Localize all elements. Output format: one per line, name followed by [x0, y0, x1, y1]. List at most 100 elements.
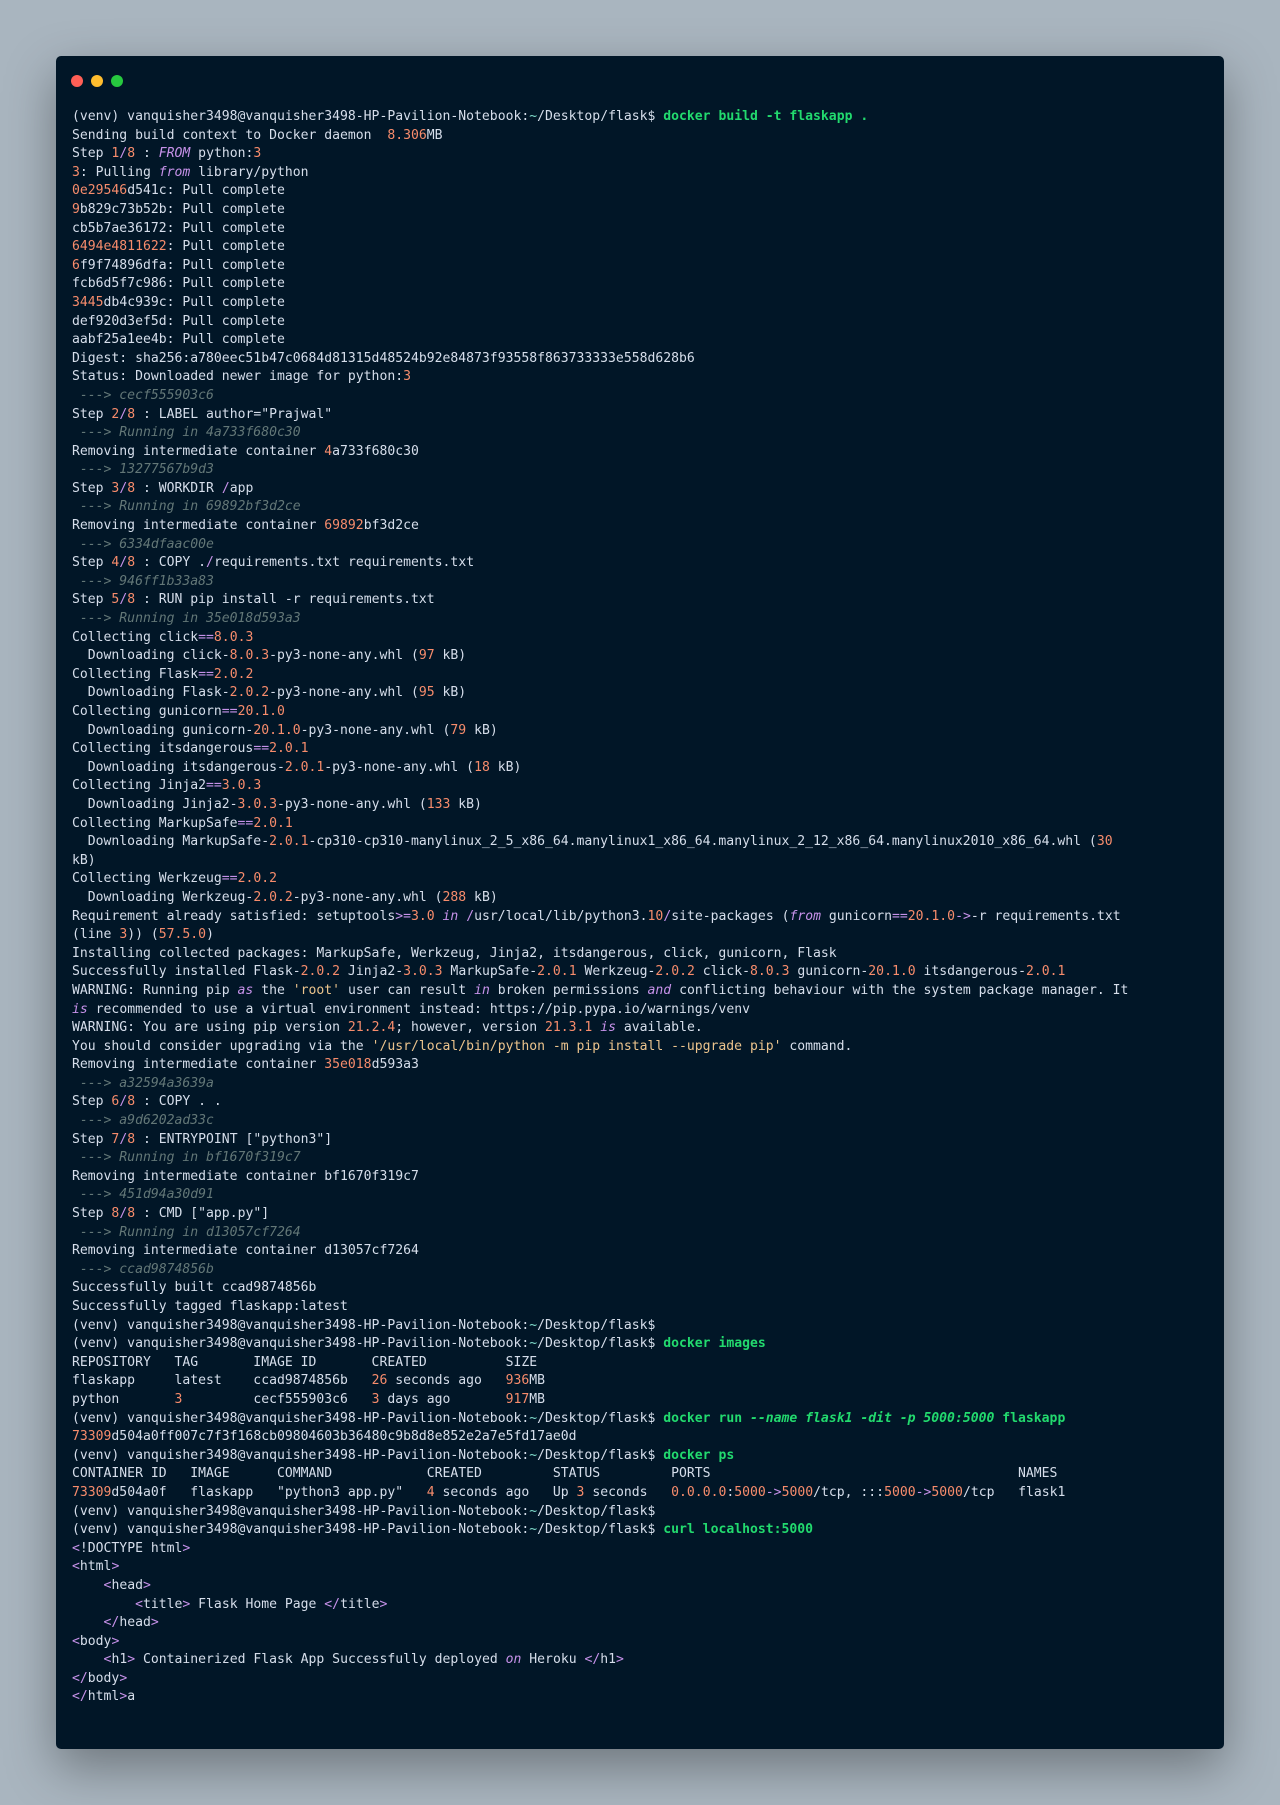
- terminal-line: <title> Flask Home Page </title>: [72, 1596, 1212, 1615]
- terminal-text: 2.0.1: [284, 759, 325, 775]
- terminal-text: (venv) vanquisher3498@vanquisher3498-HP-…: [72, 1410, 530, 1426]
- terminal-text: Step: [72, 555, 112, 571]
- terminal-text: 35e018: [324, 1057, 372, 1073]
- terminal-text: </: [324, 1596, 341, 1612]
- terminal-text: Digest: sha256:a780eec51b47c0684d81315d4…: [72, 350, 695, 366]
- terminal-text: Collecting Flask: [72, 666, 199, 682]
- terminal-text: ---> 6334dfaac00e: [72, 536, 214, 552]
- terminal-text: 4: [426, 1484, 435, 1500]
- terminal-text: 8: [127, 480, 136, 496]
- terminal-text: kB): [489, 759, 522, 775]
- terminal-line: (venv) vanquisher3498@vanquisher3498-HP-…: [72, 108, 1212, 127]
- terminal-text: (venv) vanquisher3498@vanquisher3498-HP-…: [72, 109, 530, 124]
- terminal-text: <: [72, 1559, 80, 1575]
- terminal-line: (venv) vanquisher3498@vanquisher3498-HP-…: [72, 1503, 1212, 1522]
- terminal-text: >: [127, 1652, 136, 1668]
- terminal-line: Step 1/8 : FROM python:3: [72, 145, 1212, 164]
- terminal-text: 10: [647, 908, 664, 924]
- terminal-text: 'root': [292, 982, 341, 998]
- terminal-text: 0.0.0.0: [671, 1484, 727, 1500]
- terminal-text: 2.0.1: [253, 815, 293, 831]
- terminal-text: h1: [111, 1652, 128, 1668]
- terminal-line: <!DOCTYPE html>: [72, 1540, 1212, 1559]
- terminal-line: Digest: sha256:a780eec51b47c0684d81315d4…: [72, 350, 1212, 369]
- terminal-text: >: [616, 1652, 624, 1668]
- terminal-text: /Desktop/flask$: [537, 109, 664, 124]
- terminal-text: as: [237, 982, 254, 998]
- terminal-line: ---> 451d94a30d91: [72, 1186, 1212, 1205]
- terminal-text: 9: [72, 201, 80, 217]
- terminal-text: 3445: [72, 294, 104, 310]
- terminal-line: Downloading Jinja2-3.0.3-py3-none-any.wh…: [72, 796, 1212, 815]
- terminal-text: bf3d2ce: [363, 518, 419, 534]
- terminal-text: : COPY . .: [135, 1094, 222, 1110]
- terminal-text: Step: [72, 480, 112, 496]
- terminal-text: 2.0.1: [1025, 964, 1066, 980]
- terminal-line: (venv) vanquisher3498@vanquisher3498-HP-…: [72, 1521, 1212, 1540]
- terminal-text: MB: [529, 1391, 546, 1407]
- terminal-text: d593a3: [371, 1057, 419, 1073]
- terminal-text: body: [79, 1633, 112, 1649]
- terminal-text: Sending build context to Docker daemon: [72, 127, 388, 143]
- terminal-text: WARNING: You are using pip version: [72, 1020, 348, 1036]
- terminal-text: </: [103, 1615, 120, 1631]
- terminal-text: ---> 451d94a30d91: [72, 1187, 214, 1203]
- terminal-text: /Desktop/flask$: [537, 1447, 664, 1463]
- terminal-text: Downloading itsdangerous-: [72, 759, 285, 775]
- terminal-text: ---> 13277567b9d3: [72, 462, 214, 478]
- terminal-text: ---> Running in 35e018d593a3: [72, 611, 301, 627]
- terminal-text: ---> Running in 69892bf3d2ce: [72, 499, 301, 515]
- terminal-output[interactable]: (venv) vanquisher3498@vanquisher3498-HP-…: [72, 108, 1212, 1707]
- terminal-line: cb5b7ae36172: Pull complete: [72, 220, 1212, 239]
- terminal-text: site-packages (: [671, 908, 790, 924]
- terminal-text: (venv) vanquisher3498@vanquisher3498-HP-…: [72, 1447, 530, 1463]
- terminal-text: ~: [529, 109, 538, 124]
- terminal-text: : COPY .: [135, 555, 207, 571]
- terminal-text: kB): [466, 889, 498, 905]
- terminal-text: 8: [127, 1131, 136, 1147]
- terminal-text: : Pull complete: [166, 239, 285, 255]
- terminal-line: 73309d504a0f flaskapp "python3 app.py" 4…: [72, 1484, 1212, 1503]
- terminal-text: 6494e4811622: [72, 239, 167, 255]
- terminal-text: 73309: [72, 1484, 112, 1500]
- close-button[interactable]: [71, 75, 83, 87]
- minimize-button[interactable]: [91, 75, 103, 87]
- terminal-text: !DOCTYPE html: [79, 1540, 183, 1556]
- terminal-text: flaskapp latest ccad9874856b: [72, 1373, 372, 1389]
- terminal-line: CONTAINER ID IMAGE COMMAND CREATED STATU…: [72, 1465, 1212, 1484]
- terminal-text: 2.0.2: [229, 685, 270, 701]
- terminal-line: Step 5/8 : RUN pip install -r requiremen…: [72, 591, 1212, 610]
- terminal-text: WARNING: Running pip: [72, 982, 238, 998]
- terminal-text: available.: [616, 1020, 703, 1036]
- terminal-text: 69892: [324, 518, 364, 534]
- terminal-line: <head>: [72, 1577, 1212, 1596]
- terminal-line: ---> a9d6202ad33c: [72, 1112, 1212, 1131]
- terminal-line: Removing intermediate container d13057cf…: [72, 1242, 1212, 1261]
- terminal-text: ~: [529, 1336, 538, 1352]
- terminal-text: 20.1.0: [253, 722, 301, 738]
- terminal-line: Removing intermediate container 69892bf3…: [72, 517, 1212, 536]
- terminal-line: ---> 946ff1b33a83: [72, 573, 1212, 592]
- terminal-text: -py3-none-any.whl (: [300, 722, 451, 738]
- maximize-button[interactable]: [111, 75, 123, 87]
- terminal-line: ---> 6334dfaac00e: [72, 536, 1212, 555]
- terminal-line: WARNING: You are using pip version 21.2.…: [72, 1019, 1212, 1038]
- terminal-text: '/usr/local/bin/python -m pip install --…: [371, 1038, 782, 1054]
- terminal-line: Downloading Flask-2.0.2-py3-none-any.whl…: [72, 684, 1212, 703]
- terminal-text: ~: [529, 1317, 538, 1333]
- terminal-text: /Desktop/flask$: [537, 1336, 664, 1352]
- terminal-text: 30: [1096, 834, 1113, 850]
- terminal-text: db4c939c: Pull complete: [103, 294, 285, 310]
- terminal-line: <body>: [72, 1633, 1212, 1652]
- terminal-text: ->: [765, 1484, 782, 1500]
- terminal-text: 21.3.1: [545, 1020, 593, 1036]
- terminal-text: 3.0: [411, 908, 435, 924]
- terminal-text: ---> 946ff1b33a83: [72, 573, 214, 589]
- terminal-text: 79: [450, 722, 467, 738]
- terminal-text: /Desktop/flask$: [537, 1410, 664, 1426]
- terminal-line: 73309d504a0ff007c7f3f168cb09804603b36480…: [72, 1428, 1212, 1447]
- terminal-text: :: [135, 146, 159, 162]
- terminal-text: 5000: [734, 1484, 766, 1500]
- terminal-text: 21.2.4: [347, 1020, 396, 1036]
